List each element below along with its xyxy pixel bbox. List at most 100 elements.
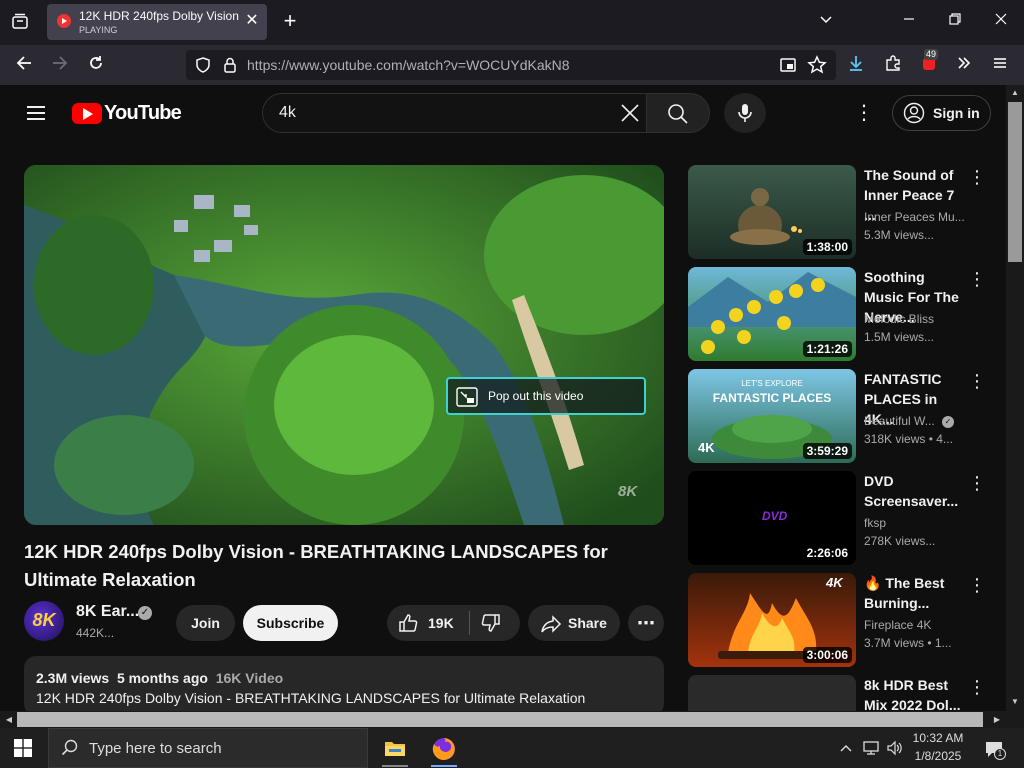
voice-search-button[interactable]: [724, 93, 766, 133]
shield-icon[interactable]: [194, 56, 212, 74]
scroll-down-arrow-icon[interactable]: ▼: [1008, 697, 1022, 709]
related-thumbnail[interactable]: 1:21:26: [688, 267, 856, 361]
related-thumbnail[interactable]: LET'S EXPLORE FANTASTIC PLACES 4K 3:59:2…: [688, 369, 856, 463]
url-text[interactable]: https://www.youtube.com/watch?v=WOCUYdKa…: [247, 57, 570, 73]
verified-check-icon: ✓: [138, 606, 152, 620]
vertical-scroll-thumb[interactable]: [1008, 102, 1022, 262]
related-title[interactable]: 8k HDR Best Mix 2022 Dol...: [864, 675, 968, 711]
related-channel[interactable]: Fireplace 4K: [864, 616, 968, 634]
tab-list-icon[interactable]: [9, 12, 31, 34]
picture-in-picture-icon[interactable]: [779, 56, 797, 74]
related-menu-icon[interactable]: ⋮: [968, 675, 986, 699]
video-duration: 2:26:06: [802, 545, 852, 561]
like-dislike-group: 19K: [387, 605, 520, 641]
related-channel[interactable]: fksp: [864, 514, 968, 532]
related-channel[interactable]: Beautiful W...: [864, 412, 938, 430]
restore-icon[interactable]: [944, 11, 966, 33]
reload-icon[interactable]: [85, 54, 107, 76]
scroll-right-arrow-icon[interactable]: ▶: [991, 713, 1003, 727]
related-menu-icon[interactable]: ⋮: [968, 471, 986, 495]
new-tab-icon[interactable]: +: [279, 10, 301, 33]
network-icon[interactable]: [862, 739, 880, 757]
active-tab[interactable]: 12K HDR 240fps Dolby Vision - | PLAYING …: [47, 4, 267, 40]
thumbnail-4k-badge: 4K: [698, 440, 715, 455]
show-hidden-icons-chevron-icon[interactable]: [838, 740, 854, 756]
related-meta: 278K views...: [864, 534, 936, 548]
tab-close-icon[interactable]: ✕: [243, 12, 261, 30]
related-menu-icon[interactable]: ⋮: [968, 267, 986, 291]
minimize-icon[interactable]: [898, 11, 920, 33]
microphone-icon: [734, 102, 756, 124]
thumbs-up-icon: [397, 612, 419, 634]
app-menu-hamburger-icon[interactable]: [989, 54, 1011, 76]
settings-kebab-icon[interactable]: ⋮: [854, 101, 874, 125]
channel-avatar-text: 8K: [32, 610, 56, 630]
video-duration: 3:00:06: [802, 647, 852, 663]
file-explorer-icon[interactable]: [383, 736, 407, 760]
popout-video-button[interactable]: Pop out this video: [446, 377, 646, 415]
channel-avatar[interactable]: 8K: [24, 601, 64, 641]
video-tag[interactable]: 16K Video: [216, 670, 283, 686]
related-meta: 318K views • 4...: [864, 432, 953, 446]
scroll-left-arrow-icon[interactable]: ◀: [3, 713, 15, 727]
downloads-icon[interactable]: [845, 54, 867, 76]
related-menu-icon[interactable]: ⋮: [968, 369, 986, 393]
youtube-logo[interactable]: YouTube: [72, 102, 182, 126]
description-info: 2.3M views 5 months ago 16K Video: [36, 670, 283, 686]
video-title: 12K HDR 240fps Dolby Vision - BREATHTAKI…: [24, 541, 608, 590]
tab-title: 12K HDR 240fps Dolby Vision - |: [79, 9, 239, 23]
forward-arrow-icon[interactable]: [49, 54, 71, 76]
scroll-up-arrow-icon[interactable]: ▲: [1008, 88, 1022, 100]
related-meta: 1.5M views...: [864, 330, 935, 344]
channel-name[interactable]: 8K Ear...: [76, 603, 139, 621]
join-button[interactable]: Join: [176, 605, 235, 641]
related-meta: 3.7M views • 1...: [864, 636, 952, 650]
related-thumbnail[interactable]: 4K 3:00:06: [688, 573, 856, 667]
dislike-button[interactable]: [470, 605, 520, 641]
related-thumbnail[interactable]: 1:38:00: [688, 165, 856, 259]
guide-menu-icon[interactable]: [24, 101, 48, 125]
clock-date[interactable]: 1/8/2025: [905, 749, 971, 763]
scrollbar-corner: [1006, 711, 1024, 728]
video-player[interactable]: Pop out this video 8K: [24, 165, 664, 525]
related-thumbnail[interactable]: DVD 2:26:06: [688, 471, 856, 565]
extension-shield-icon[interactable]: 49: [918, 49, 940, 76]
description-box[interactable]: 2.3M views 5 months ago 16K Video 12K HD…: [24, 656, 664, 716]
horizontal-scroll-thumb[interactable]: [17, 712, 983, 727]
bookmark-star-icon[interactable]: [807, 55, 827, 75]
clock-time[interactable]: 10:32 AM: [905, 731, 971, 745]
related-title[interactable]: DVD Screensaver...: [864, 471, 968, 511]
extensions-puzzle-icon[interactable]: [882, 54, 904, 76]
search-box[interactable]: 4k: [262, 93, 648, 133]
list-all-tabs-chevron-icon[interactable]: [815, 11, 837, 33]
search-input[interactable]: 4k: [279, 104, 296, 122]
like-button[interactable]: 19K: [387, 605, 469, 641]
search-button[interactable]: [646, 93, 710, 133]
notifications-icon[interactable]: 1: [983, 738, 1006, 760]
back-arrow-icon[interactable]: [13, 54, 35, 76]
share-button[interactable]: Share: [528, 605, 620, 641]
related-channel[interactable]: Inner Peaces Mu...: [864, 208, 968, 226]
more-tools-chevrons-icon[interactable]: [953, 54, 975, 76]
related-channel[interactable]: Melodic Bliss: [864, 310, 968, 328]
dvd-logo: DVD: [762, 509, 788, 523]
related-thumbnail[interactable]: [688, 675, 856, 711]
lock-icon[interactable]: [221, 56, 239, 74]
subscribe-button[interactable]: Subscribe: [243, 605, 338, 641]
more-actions-button[interactable]: ⋯: [628, 605, 664, 641]
start-windows-icon[interactable]: [14, 739, 32, 757]
related-title[interactable]: 🔥 The Best Burning...: [864, 573, 968, 613]
clear-search-icon[interactable]: [619, 102, 641, 124]
url-bar[interactable]: https://www.youtube.com/watch?v=WOCUYdKa…: [186, 50, 836, 80]
youtube-play-logo-icon: [72, 103, 102, 124]
related-meta: 5.3M views...: [864, 228, 935, 242]
taskbar-search-placeholder: Type here to search: [89, 740, 222, 757]
firefox-taskbar-icon[interactable]: [431, 736, 457, 762]
related-menu-icon[interactable]: ⋮: [968, 165, 986, 189]
thumbnail-4k-badge: 4K: [826, 575, 843, 590]
taskbar-search[interactable]: Type here to search: [48, 728, 368, 768]
volume-icon[interactable]: [886, 739, 904, 757]
close-window-icon[interactable]: [990, 11, 1012, 33]
related-menu-icon[interactable]: ⋮: [968, 573, 986, 597]
sign-in-button[interactable]: Sign in: [892, 95, 991, 131]
